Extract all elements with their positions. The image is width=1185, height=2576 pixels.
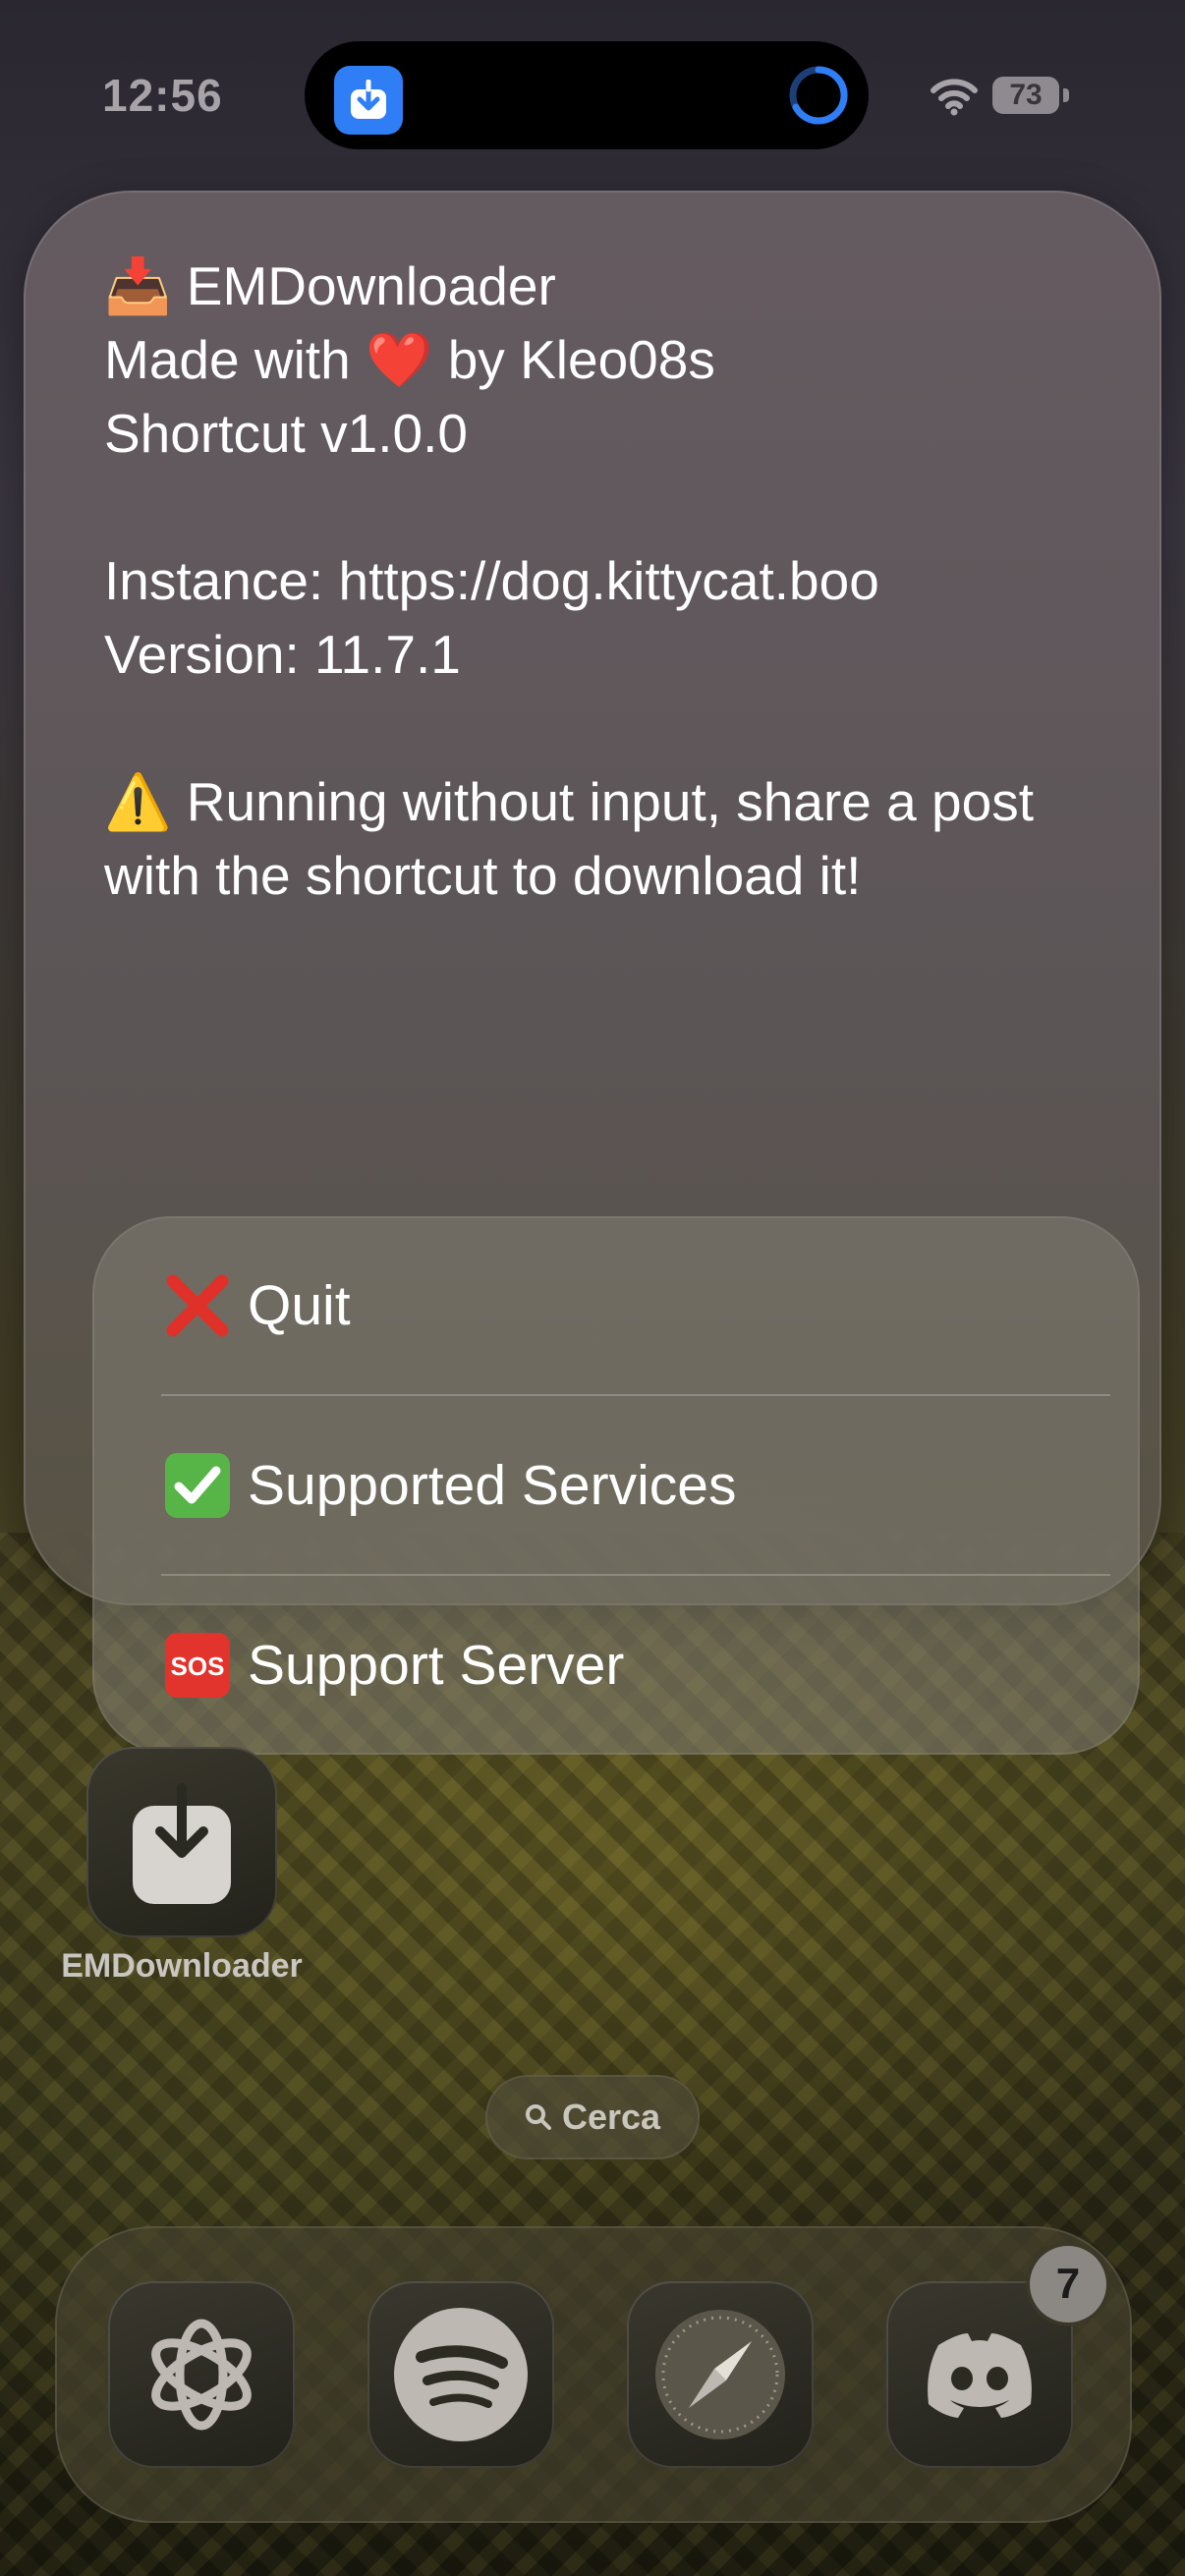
quit-label: Quit	[248, 1274, 351, 1337]
chatgpt-app-icon[interactable]	[108, 2281, 295, 2468]
search-label: Cerca	[561, 2097, 661, 2137]
search-icon	[525, 2104, 551, 2130]
spotlight-search-button[interactable]: Cerca	[485, 2075, 700, 2159]
openai-logo-icon	[151, 2319, 252, 2431]
status-time: 12:56	[102, 70, 223, 121]
home-screen: 12:56 73 📥 EMDownloader Made with ❤️ by …	[0, 0, 1185, 2576]
green-check-icon	[163, 1451, 232, 1520]
emdownloader-app-icon[interactable]	[86, 1747, 277, 1937]
sos-icon: SOS	[163, 1631, 232, 1700]
svg-text:SOS: SOS	[171, 1652, 225, 1681]
safari-app-icon[interactable]	[627, 2281, 814, 2468]
discord-notification-badge: 7	[1030, 2246, 1106, 2323]
supported-services-option[interactable]: Supported Services	[163, 1396, 1111, 1575]
supported-services-label: Supported Services	[248, 1454, 737, 1517]
status-bar: 12:56 73	[0, 0, 1185, 157]
battery-tip	[1063, 88, 1069, 102]
download-app-icon	[334, 66, 403, 135]
spotify-app-icon[interactable]	[367, 2281, 554, 2468]
shortcut-alert: 📥 EMDownloader Made with ❤️ by Kleo08s S…	[24, 191, 1161, 1755]
download-icon	[133, 1783, 231, 1904]
alert-options: Quit Supported Services SOS Support Serv…	[92, 1216, 1140, 1755]
alert-message: 📥 EMDownloader Made with ❤️ by Kleo08s S…	[104, 255, 1034, 906]
quit-option[interactable]: Quit	[163, 1216, 1111, 1395]
progress-spinner-icon	[789, 66, 848, 125]
dock	[55, 2226, 1132, 2523]
dynamic-island[interactable]	[305, 41, 869, 149]
app-label: EMDownloader	[61, 1947, 303, 1985]
battery-indicator: 73	[992, 77, 1059, 114]
compass-icon	[655, 2310, 785, 2439]
support-server-label: Support Server	[248, 1634, 625, 1697]
spotify-logo-icon	[394, 2308, 528, 2441]
wifi-icon	[931, 79, 978, 116]
red-cross-icon	[163, 1271, 232, 1340]
discord-logo-icon	[928, 2333, 1032, 2418]
support-server-option[interactable]: SOS Support Server	[163, 1576, 1111, 1755]
